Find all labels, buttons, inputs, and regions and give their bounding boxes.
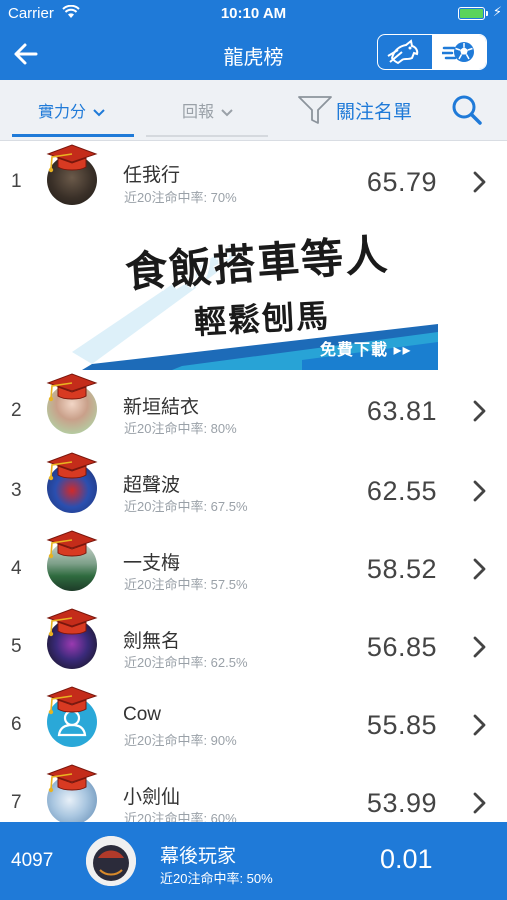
my-score: 0.01 [380,844,433,874]
strength-score: 62.55 [366,476,437,506]
chevron-right-icon [473,400,487,422]
list-item[interactable]: 5 劍無名 近20注命中率: 62.5% 56.85 [0,606,507,684]
hit-rate: 近20注命中率: 57.5% [124,577,248,592]
chevron-right-icon [473,714,487,736]
tipster-name: Cow [123,704,162,725]
ad-banner[interactable]: 食飯搭車等人 輕鬆刨馬 免費下載 ▸▸ [72,224,438,370]
tab-strength-label: 實力分 [38,104,87,121]
tab-strength-score[interactable]: 實力分 [38,98,106,122]
rank-number: 3 [11,480,22,501]
tab-return[interactable]: 回報 [182,98,234,122]
chevron-right-icon [473,792,487,814]
horse-icon [387,39,419,65]
status-bar: Carrier 10:10 AM ⚡ [0,0,507,28]
tab-return-label: 回報 [182,104,215,121]
rank-number: 4 [11,558,22,579]
ad-cta-label: 免費下載 [320,342,389,359]
ad-cta[interactable]: 免費下載 ▸▸ [320,336,412,360]
rank-number: 1 [11,171,22,192]
my-hit-rate: 近20注命中率: 50% [160,871,273,886]
double-chevron-icon: ▸▸ [393,342,412,359]
strength-score: 53.99 [366,788,437,818]
horse-racing-tab[interactable] [378,35,432,69]
charging-icon: ⚡ [492,4,502,19]
graduation-cap-icon [44,529,100,559]
strength-score: 65.79 [366,167,437,197]
list-item[interactable]: 3 超聲波 近20注命中率: 67.5% 62.55 [0,450,507,528]
avatar [44,451,100,515]
avatar [44,529,100,593]
graduation-cap-icon [44,763,100,793]
battery-icon [458,7,485,20]
rank-number: 6 [11,714,22,735]
chevron-right-icon [473,171,487,193]
avatar [44,685,100,749]
chevron-right-icon [473,558,487,580]
chevron-down-icon [221,109,234,117]
my-avatar [86,836,136,886]
list-item[interactable]: 2 新垣結衣 近20注命中率: 80% 63.81 [0,372,507,450]
sport-switcher [377,34,487,70]
tipster-name: 劍無名 [123,631,181,652]
active-tab-indicator [12,134,134,137]
list-item[interactable]: 4 一支梅 近20注命中率: 57.5% 58.52 [0,528,507,606]
hit-rate: 近20注命中率: 67.5% [124,499,248,514]
chevron-down-icon [93,109,106,117]
tipster-name: 小劍仙 [123,787,181,808]
search-icon[interactable] [451,94,483,126]
hit-rate: 近20注命中率: 62.5% [124,655,248,670]
list-item[interactable]: 1 任我行 近20注命中率: 70% 65.79 [0,141,507,219]
football-icon [442,42,474,62]
strength-score: 63.81 [366,396,437,426]
tipster-name: 新垣結衣 [123,397,200,418]
my-name: 幕後玩家 [160,846,237,867]
watchlist-button[interactable]: 關注名單 [298,95,412,125]
battery-level [460,9,483,18]
strength-score: 56.85 [366,632,437,662]
tipster-name: 任我行 [123,165,181,186]
rank-number: 2 [11,400,22,421]
rank-number: 5 [11,636,22,657]
graduation-cap-icon [44,372,100,402]
my-rank-bar[interactable]: 4097 幕後玩家 近20注命中率: 50% 0.01 [0,822,507,900]
avatar [44,372,100,436]
filter-bar: 實力分 回報 關注名單 [0,80,507,141]
avatar [44,143,100,207]
watchlist-label: 關注名單 [336,101,413,123]
strength-score: 58.52 [366,554,437,584]
chevron-right-icon [473,480,487,502]
clock: 10:10 AM [220,5,287,22]
tipster-name: 超聲波 [123,475,181,496]
my-avatar-image [86,836,136,886]
graduation-cap-icon [44,685,100,715]
list-item[interactable]: 6 Cow 近20注命中率: 90% 55.85 [0,684,507,762]
strength-score: 55.85 [366,710,437,740]
avatar [44,763,100,827]
graduation-cap-icon [44,451,100,481]
football-tab[interactable] [432,35,486,69]
chevron-right-icon [473,636,487,658]
rank-number: 7 [11,792,22,813]
my-rank-number: 4097 [11,850,54,871]
hit-rate: 近20注命中率: 80% [124,421,237,436]
graduation-cap-icon [44,607,100,637]
nav-bar: 龍虎榜 [0,28,507,80]
battery-tip [486,11,488,16]
hit-rate: 近20注命中率: 90% [124,733,237,748]
inactive-tab-indicator [146,135,268,137]
graduation-cap-icon [44,143,100,173]
tipster-name: 一支梅 [123,553,181,574]
hit-rate: 近20注命中率: 70% [124,190,237,205]
filter-icon [298,96,332,124]
avatar [44,607,100,671]
